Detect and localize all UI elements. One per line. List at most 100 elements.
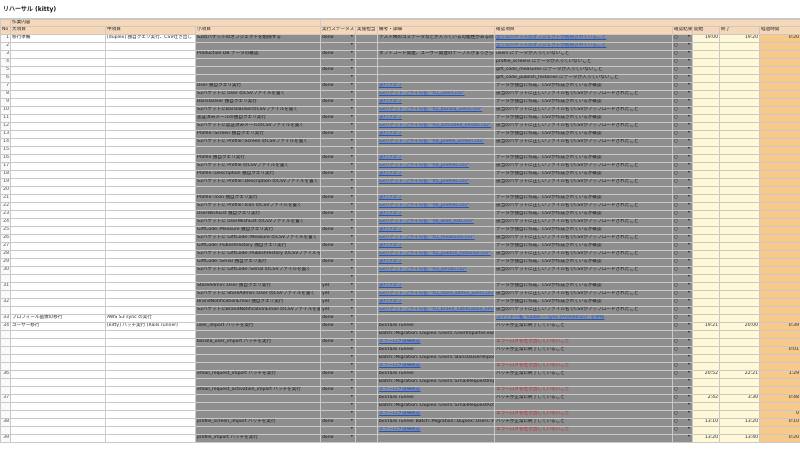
end-time-cell[interactable]	[719, 218, 761, 227]
minor-item-cell[interactable]: S3バケットに GiftCode::Serial のCSVファイルを置く	[194, 266, 322, 275]
check-item-cell[interactable]: バッチが正常に終了していること	[494, 418, 674, 427]
major-item-cell[interactable]	[10, 250, 106, 259]
end-time-cell[interactable]	[719, 386, 761, 395]
end-time-cell[interactable]	[719, 50, 761, 59]
major-item-cell[interactable]	[10, 130, 106, 139]
start-time-cell[interactable]	[692, 82, 721, 91]
dropdown-arrow-icon[interactable]: ▾	[351, 180, 353, 184]
dropdown-arrow-icon[interactable]: ▾	[351, 100, 353, 104]
executor-cell[interactable]	[355, 74, 379, 83]
dropdown-arrow-icon[interactable]: ▾	[688, 436, 690, 440]
end-time-cell[interactable]	[719, 242, 761, 251]
major-item-cell[interactable]	[10, 202, 106, 211]
middle-item-cell[interactable]	[105, 114, 196, 123]
end-time-cell[interactable]	[719, 66, 761, 75]
minor-item-cell[interactable]: GiftCode::Serial 独自クエリ実行	[194, 258, 322, 267]
notes-cell[interactable]: bin/rails runner	[377, 394, 496, 403]
middle-item-cell[interactable]	[105, 58, 196, 67]
end-time-cell[interactable]	[719, 330, 761, 339]
result-select[interactable]: ○ ▾	[672, 178, 694, 187]
elapsed-time-cell[interactable]	[759, 402, 800, 411]
executor-cell[interactable]	[355, 178, 379, 187]
minor-item-cell[interactable]: S3バケットに Profile::Icon のCSVファイルを置く	[194, 202, 322, 211]
check-item-cell[interactable]: 該当のバケットに正しいファイル名でCSVがアップロードされたこと	[494, 306, 674, 315]
notes-cell[interactable]: S3バケット ファイル名: "01_users.csv"	[377, 90, 496, 99]
dropdown-arrow-icon[interactable]: ▾	[688, 60, 690, 64]
executor-cell[interactable]	[355, 338, 379, 347]
dropdown-arrow-icon[interactable]: ▾	[688, 132, 690, 136]
check-item-cell[interactable]	[494, 354, 674, 363]
executor-cell[interactable]	[355, 170, 379, 179]
dropdown-arrow-icon[interactable]: ▾	[688, 84, 690, 88]
start-time-cell[interactable]	[692, 226, 721, 235]
major-item-cell[interactable]	[10, 338, 106, 347]
dropdown-arrow-icon[interactable]: ▾	[351, 412, 353, 416]
start-time-cell[interactable]	[692, 274, 721, 283]
dropdown-arrow-icon[interactable]: ▾	[688, 156, 690, 160]
middle-item-cell[interactable]	[105, 50, 196, 59]
elapsed-time-cell[interactable]	[759, 66, 800, 75]
dropdown-arrow-icon[interactable]: ▾	[688, 284, 690, 288]
dropdown-arrow-icon[interactable]: ▾	[688, 196, 690, 200]
minor-item-cell[interactable]	[194, 42, 322, 51]
notes-cell[interactable]: S3バケット ファイル名: "01_measures.csv"	[377, 234, 496, 243]
dropdown-arrow-icon[interactable]: ▾	[351, 76, 353, 80]
check-item-cell[interactable]: データが独自に作成、CSVが作成されているか確認	[494, 242, 674, 251]
end-time-cell[interactable]	[719, 42, 761, 51]
notes-cell[interactable]	[377, 42, 496, 51]
result-select[interactable]: ○ ▾	[672, 266, 694, 275]
executor-cell[interactable]	[355, 58, 379, 67]
elapsed-time-cell[interactable]	[759, 282, 800, 291]
elapsed-time-cell[interactable]	[759, 202, 800, 211]
status-select[interactable]: done ▾	[320, 170, 357, 179]
minor-item-cell[interactable]: profile_screen_import バッチを実行	[194, 418, 322, 427]
start-time-cell[interactable]	[692, 122, 721, 131]
start-time-cell[interactable]	[692, 146, 721, 155]
check-item-cell[interactable]: データが独自に作成、CSVが作成されているか確認	[494, 98, 674, 107]
end-time-cell[interactable]	[719, 146, 761, 155]
dropdown-arrow-icon[interactable]: ▾	[351, 276, 353, 280]
executor-cell[interactable]	[355, 218, 379, 227]
dropdown-arrow-icon[interactable]: ▾	[351, 148, 353, 152]
end-time-cell[interactable]	[719, 314, 761, 323]
dropdown-arrow-icon[interactable]: ▾	[351, 124, 353, 128]
elapsed-time-cell[interactable]	[759, 122, 800, 131]
elapsed-time-cell[interactable]	[759, 298, 800, 307]
start-time-cell[interactable]	[692, 42, 721, 51]
executor-cell[interactable]	[355, 122, 379, 131]
executor-cell[interactable]	[355, 114, 379, 123]
result-select[interactable]: ○ ▾	[672, 338, 694, 347]
check-item-cell[interactable]: データが独自に作成、CSVが作成されているか確認	[494, 194, 674, 203]
minor-item-cell[interactable]: Profile::Screen 独自クエリ実行	[194, 130, 322, 139]
notes-cell[interactable]: 実行クエリ	[377, 282, 496, 291]
result-select[interactable]: ○ ▾	[672, 386, 694, 395]
notes-cell[interactable]: S3バケット ファイル名: "03_activated_emails.csv"	[377, 122, 496, 131]
executor-cell[interactable]	[355, 418, 379, 427]
middle-item-cell[interactable]	[105, 98, 196, 107]
dropdown-arrow-icon[interactable]: ▾	[688, 380, 690, 384]
major-item-cell[interactable]	[10, 298, 106, 307]
start-time-cell[interactable]	[692, 90, 721, 99]
result-select[interactable]: ○ ▾	[672, 322, 694, 331]
executor-cell[interactable]	[355, 34, 379, 43]
dropdown-arrow-icon[interactable]: ▾	[688, 100, 690, 104]
dropdown-arrow-icon[interactable]: ▾	[351, 132, 353, 136]
notes-cell[interactable]: S3バケット ファイル名: "06_wish_lists.csv"	[377, 218, 496, 227]
result-select[interactable]: ○ ▾	[672, 90, 694, 99]
notes-cell[interactable]: 実行クエリ	[377, 194, 496, 203]
check-item-cell[interactable]: 該当のバケットに正しいファイル名でCSVがアップロードされたこと	[494, 266, 674, 275]
dropdown-arrow-icon[interactable]: ▾	[351, 116, 353, 120]
status-select[interactable]: ▾	[320, 354, 357, 363]
status-select[interactable]: ▾	[320, 330, 357, 339]
check-item-cell[interactable]: 該当のバケットに正しいファイル名でCSVがアップロードされたこと	[494, 106, 674, 115]
executor-cell[interactable]	[355, 146, 379, 155]
notes-cell[interactable]: bin/rails runner Batch::Migration::Duple…	[377, 418, 496, 427]
executor-cell[interactable]	[355, 386, 379, 395]
major-item-cell[interactable]	[10, 82, 106, 91]
dropdown-arrow-icon[interactable]: ▾	[351, 364, 353, 368]
result-select[interactable]: ○ ▾	[672, 242, 694, 251]
status-select[interactable]: ▾	[320, 266, 357, 275]
elapsed-time-cell[interactable]	[759, 354, 800, 363]
dropdown-arrow-icon[interactable]: ▾	[688, 420, 690, 424]
dropdown-arrow-icon[interactable]: ▾	[351, 292, 353, 296]
